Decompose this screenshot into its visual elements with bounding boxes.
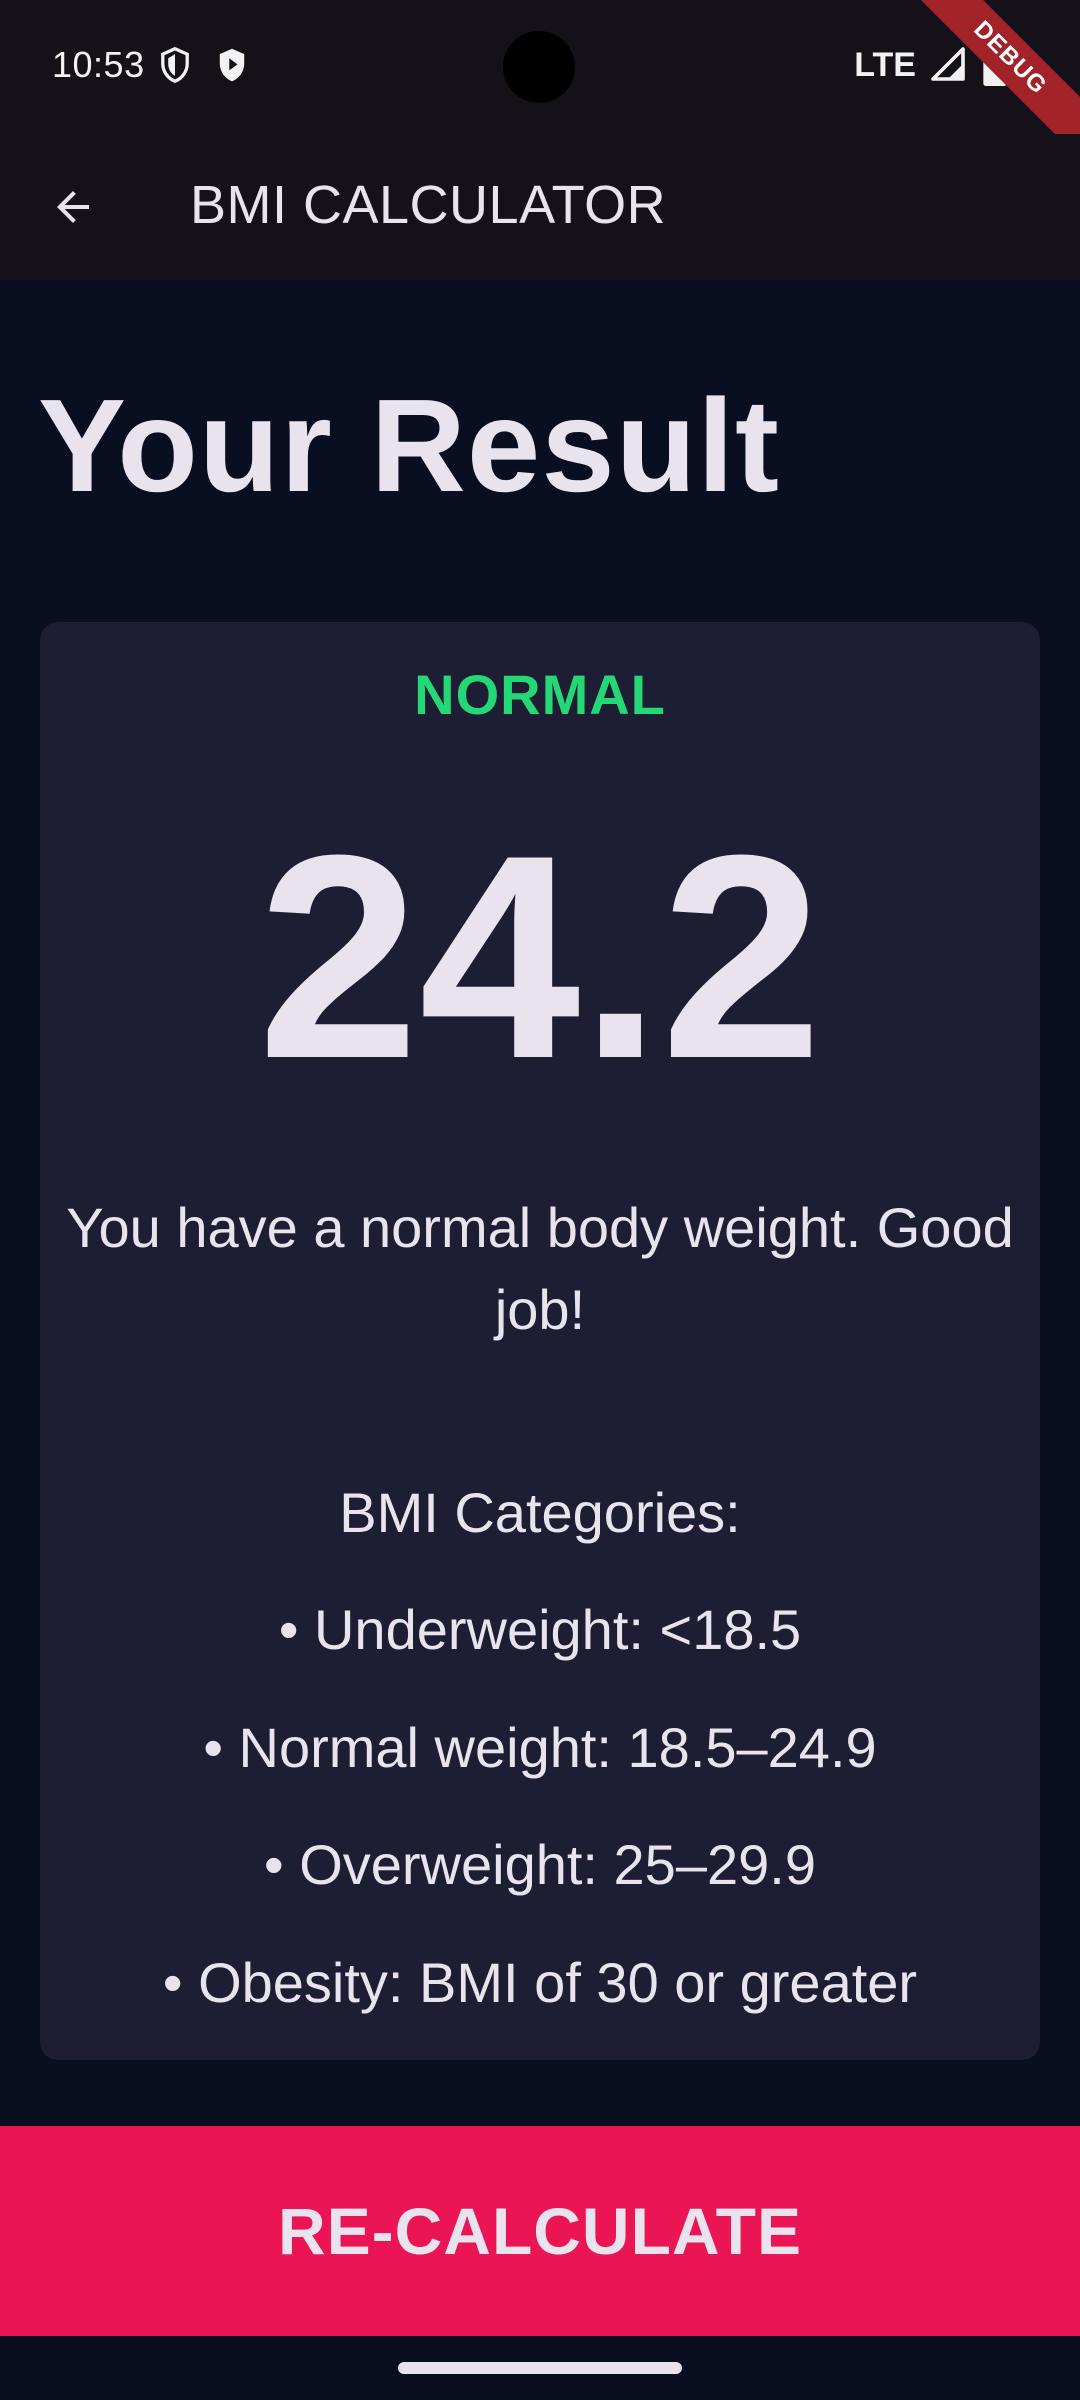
- app-title: BMI CALCULATOR: [190, 175, 667, 235]
- list-item: • Overweight: 25–29.9: [264, 1833, 816, 1896]
- recalculate-button[interactable]: RE-CALCULATE: [0, 2126, 1080, 2336]
- result-card: NORMAL 24.2 You have a normal body weigh…: [40, 622, 1040, 2060]
- shield-outline-icon: [161, 46, 189, 84]
- bmi-value: 24.2: [257, 795, 823, 1119]
- bmi-category-label: NORMAL: [414, 663, 666, 726]
- app-bar: BMI CALCULATOR: [0, 134, 1080, 280]
- network-type: LTE: [854, 46, 916, 84]
- page-title: Your Result: [38, 372, 780, 519]
- camera-cutout: [503, 31, 575, 103]
- arrow-back-icon: [57, 191, 89, 223]
- back-button[interactable]: [30, 164, 116, 250]
- list-item: • Normal weight: 18.5–24.9: [203, 1715, 877, 1779]
- result-screen: 10:53 LTE DEBUG BMI CALCULATOR Your Resu…: [0, 0, 1080, 2400]
- play-protect-icon: [219, 48, 245, 82]
- signal-icon: [931, 47, 965, 81]
- list-item: • Underweight: <18.5: [278, 1598, 802, 1661]
- recalculate-label: RE-CALCULATE: [277, 2194, 803, 2268]
- list-item: • Obesity: BMI of 30 or greater: [162, 1950, 918, 2014]
- bmi-interpretation: You have a normal body weight. Good job!: [66, 1196, 1014, 1341]
- status-time: 10:53: [52, 44, 145, 85]
- bmi-categories-heading: BMI Categories:: [339, 1481, 741, 1544]
- bmi-categories-list: • Underweight: <18.5 • Normal weight: 18…: [40, 1597, 1040, 2067]
- gesture-nav-handle[interactable]: [398, 2362, 682, 2374]
- status-bar: 10:53 LTE DEBUG: [0, 0, 1080, 166]
